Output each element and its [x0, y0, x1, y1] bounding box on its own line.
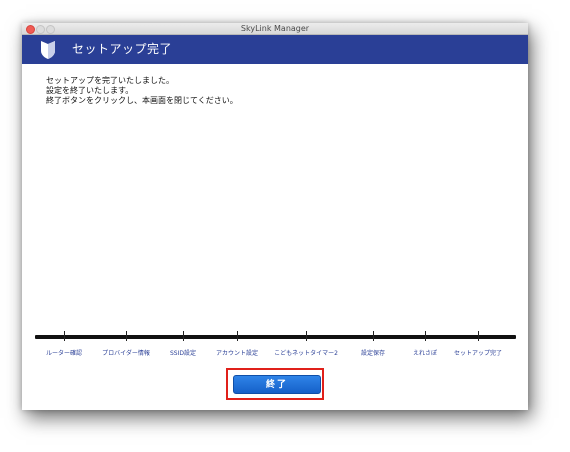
progress-tick: [306, 331, 307, 341]
step-save-settings: 設定保存: [360, 350, 386, 357]
step-provider-info: プロバイダー情報: [102, 350, 150, 357]
shield-icon: [41, 41, 55, 59]
step-kids-net-timer: こどもネットタイマー2: [274, 350, 338, 357]
progress-tick: [478, 331, 479, 341]
message-line-3: 終了ボタンをクリックし、本画面を閉じてください。: [46, 96, 238, 105]
step-router-check: ルーター確認: [45, 350, 83, 357]
progress-tick: [126, 331, 127, 341]
progress-tick: [183, 331, 184, 341]
step-ele-support: えれさぽ: [412, 350, 438, 357]
page-title: セットアップ完了: [72, 42, 173, 56]
step-account-settings: アカウント設定: [215, 350, 259, 357]
step-setup-complete: セットアップ完了: [453, 350, 503, 357]
page-header: セットアップ完了: [22, 35, 528, 64]
setup-progress-track: [35, 335, 516, 339]
title-bar[interactable]: SkyLink Manager: [22, 23, 528, 35]
progress-tick: [373, 331, 374, 341]
progress-tick: [425, 331, 426, 341]
progress-tick: [64, 331, 65, 341]
finish-button[interactable]: 終了: [233, 375, 321, 394]
message-line-2: 設定を終了いたします。: [46, 86, 134, 95]
window-title: SkyLink Manager: [240, 24, 310, 33]
completion-message: セットアップを完了いたしました。 設定を終了いたします。 終了ボタンをクリックし…: [46, 76, 238, 106]
app-window: SkyLink Manager セットアップ完了 セットアップを完了いたしました…: [22, 23, 528, 410]
step-ssid-settings: SSID設定: [169, 350, 197, 357]
progress-tick: [237, 331, 238, 341]
message-line-1: セットアップを完了いたしました。: [46, 76, 174, 85]
